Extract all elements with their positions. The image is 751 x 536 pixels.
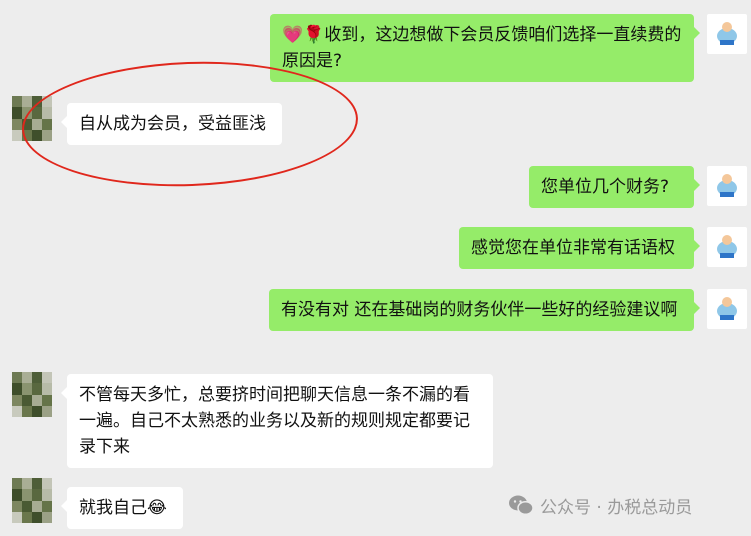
contact-avatar[interactable] [707,289,747,329]
message-bubble-outgoing[interactable]: 有没有对 还在基础岗的财务伙伴一些好的经验建议啊 [269,289,700,331]
message-text: 有没有对 还在基础岗的财务伙伴一些好的经验建议啊 [281,300,678,320]
mascot-icon [717,174,737,197]
mascot-icon [717,22,737,45]
message-text: 不管每天多忙，总要挤时间把聊天信息一条不漏的看一遍。自己不太熟悉的业务以及新的规… [79,385,470,457]
contact-avatar[interactable] [707,227,747,267]
watermark: 公众号 · 办税总动员 [508,492,692,518]
message-text: 就我自己 [79,498,147,518]
message-bubble-incoming[interactable]: 不管每天多忙，总要挤时间把聊天信息一条不漏的看一遍。自己不太熟悉的业务以及新的规… [61,374,493,468]
message-bubble-outgoing[interactable]: 您单位几个财务? [529,166,700,208]
heart-rose-emoji: 💗🌹 [282,25,325,45]
message-text: 您单位几个财务? [541,177,670,197]
message-text: 收到，这边想做下会员反馈咱们选择一直续费的原因是? [282,25,682,71]
message-bubble-outgoing[interactable]: 感觉您在单位非常有话语权 [459,227,700,269]
message-text: 感觉您在单位非常有话语权 [471,238,675,258]
contact-avatar[interactable] [12,478,52,523]
contact-avatar[interactable] [12,372,52,417]
wechat-icon [509,495,534,516]
mascot-icon [717,297,737,320]
mascot-icon [717,235,737,258]
highlight-ellipse [19,56,361,192]
message-bubble-outgoing[interactable]: 💗🌹收到，这边想做下会员反馈咱们选择一直续费的原因是? [270,14,700,82]
laughing-emoji: 😂 [147,498,167,518]
watermark-text: 公众号 · 办税总动员 [540,497,693,518]
contact-avatar[interactable] [707,14,747,54]
message-bubble-incoming[interactable]: 就我自己😂 [61,487,183,529]
contact-avatar[interactable] [707,166,747,206]
